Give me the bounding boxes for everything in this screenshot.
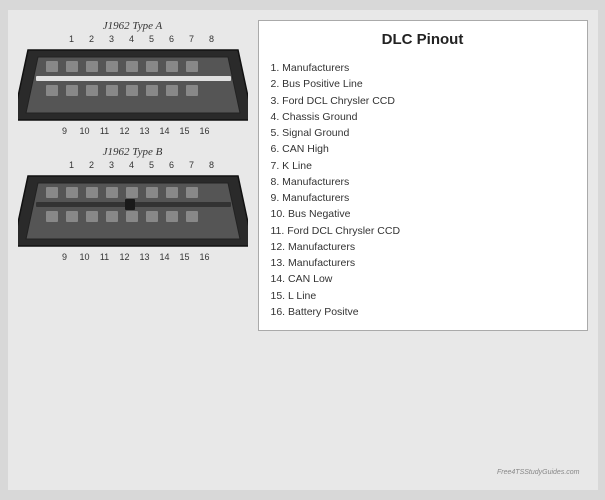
connectors-panel: J1962 Type A 1 2 3 4 5 6 7 8: [18, 20, 248, 262]
pin-num: 1: [62, 34, 82, 44]
pin-num: 6: [162, 160, 182, 170]
connector-b-top-pins: 1 2 3 4 5 6 7 8: [44, 160, 222, 170]
pinout-item: 7. K Line: [271, 158, 575, 174]
connector-b-body: [18, 171, 248, 251]
pin-num: 6: [162, 34, 182, 44]
connector-a-title: J1962 Type A: [103, 20, 162, 32]
connector-a-top-pins: 1 2 3 4 5 6 7 8: [44, 34, 222, 44]
pin-num: 13: [135, 126, 155, 136]
pin-num: 1: [62, 160, 82, 170]
watermark: Free4TSStudyGuides.com: [497, 469, 579, 476]
pin-num: 9: [55, 252, 75, 262]
pinout-item: 12. Manufacturers: [271, 239, 575, 255]
pinout-item: 2. Bus Positive Line: [271, 76, 575, 92]
pinout-list: 1. Manufacturers2. Bus Positive Line3. F…: [271, 60, 575, 320]
pin-num: 14: [155, 126, 175, 136]
connector-a-body: [18, 45, 248, 125]
pinout-item: 13. Manufacturers: [271, 255, 575, 271]
connector-b-bottom-pins: 9 10 11 12 13 14 15 16: [51, 252, 215, 262]
pinout-item: 4. Chassis Ground: [271, 109, 575, 125]
pin-num: 7: [182, 34, 202, 44]
pinout-item: 9. Manufacturers: [271, 190, 575, 206]
pinout-panel: DLC Pinout 1. Manufacturers2. Bus Positi…: [258, 20, 588, 331]
pinout-item: 10. Bus Negative: [271, 206, 575, 222]
bottom-wrapper: DLC Pinout 1. Manufacturers2. Bus Positi…: [258, 20, 588, 480]
pin-num: 16: [195, 126, 215, 136]
connector-b-title: J1962 Type B: [103, 146, 163, 158]
pin-num: 5: [142, 160, 162, 170]
pinout-item: 14. CAN Low: [271, 271, 575, 287]
pinout-item: 15. L Line: [271, 288, 575, 304]
pin-num: 16: [195, 252, 215, 262]
pin-num: 3: [102, 160, 122, 170]
pin-num: 8: [202, 160, 222, 170]
pin-num: 11: [95, 126, 115, 136]
pinout-item: 11. Ford DCL Chrysler CCD: [271, 223, 575, 239]
pinout-item: 1. Manufacturers: [271, 60, 575, 76]
pin-num: 10: [75, 252, 95, 262]
pin-num: 3: [102, 34, 122, 44]
pinout-item: 5. Signal Ground: [271, 125, 575, 141]
pin-num: 2: [82, 160, 102, 170]
connector-a-bottom-pins: 9 10 11 12 13 14 15 16: [51, 126, 215, 136]
pin-num: 2: [82, 34, 102, 44]
pin-num: 13: [135, 252, 155, 262]
pin-num: 12: [115, 252, 135, 262]
pin-num: 5: [142, 34, 162, 44]
pinout-item: 8. Manufacturers: [271, 174, 575, 190]
main-container: J1962 Type A 1 2 3 4 5 6 7 8: [8, 10, 598, 490]
pinout-item: 6. CAN High: [271, 141, 575, 157]
connector-b-block: J1962 Type B 1 2 3 4 5 6 7 8: [18, 146, 248, 262]
pin-num: 14: [155, 252, 175, 262]
pin-num: 7: [182, 160, 202, 170]
pin-num: 11: [95, 252, 115, 262]
pin-num: 4: [122, 34, 142, 44]
pinout-item: 16. Battery Positve: [271, 304, 575, 320]
pinout-title: DLC Pinout: [271, 31, 575, 48]
pin-num: 12: [115, 126, 135, 136]
pinout-item: 3. Ford DCL Chrysler CCD: [271, 93, 575, 109]
pin-num: 8: [202, 34, 222, 44]
pin-num: 4: [122, 160, 142, 170]
pin-num: 10: [75, 126, 95, 136]
pin-num: 15: [175, 252, 195, 262]
connector-a-block: J1962 Type A 1 2 3 4 5 6 7 8: [18, 20, 248, 136]
pin-num: 9: [55, 126, 75, 136]
pin-num: 15: [175, 126, 195, 136]
